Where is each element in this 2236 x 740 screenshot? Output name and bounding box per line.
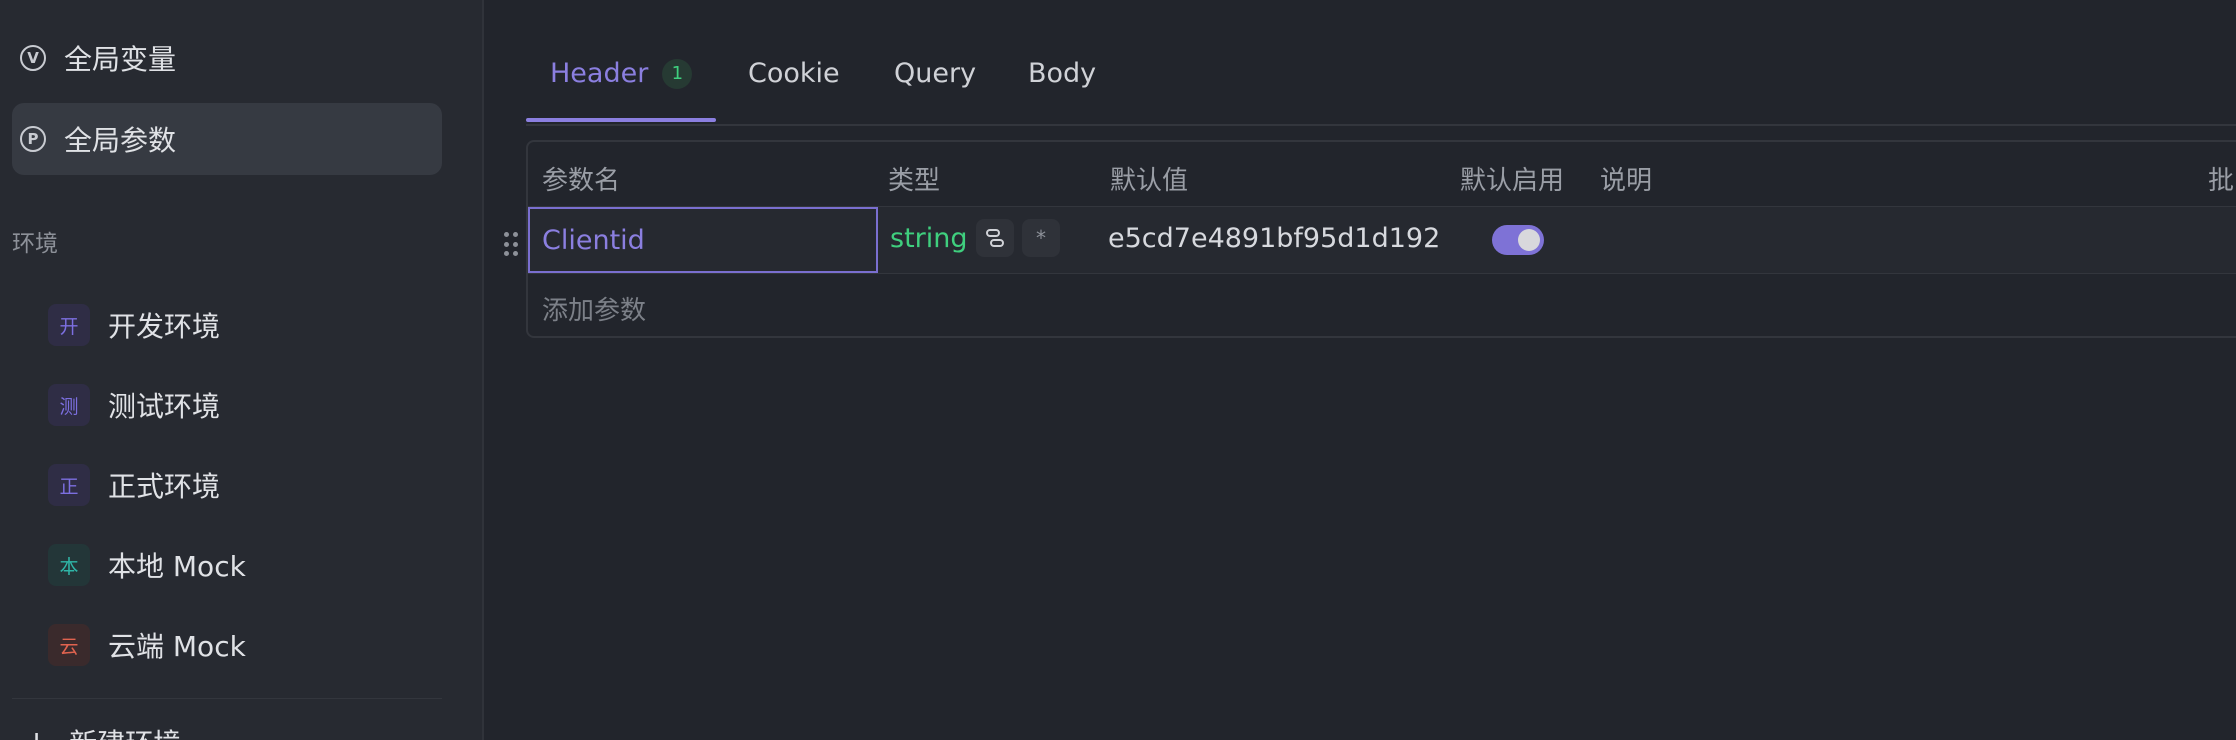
tab-header[interactable]: Header 1 (550, 58, 693, 89)
active-tab-underline (526, 118, 716, 122)
env-item-dev[interactable]: 开 开发环境 (48, 297, 448, 353)
col-header-enabled: 默认启用 (1460, 166, 1565, 196)
table-row: Clientid string * e5cd7e4891bf95d1d192 (528, 206, 2236, 274)
col-header-type: 类型 (888, 166, 941, 196)
new-environment-label: 新建环境 (69, 722, 181, 740)
environment-section-label: 环境 (12, 231, 58, 257)
sidebar: V 全局变量 P 全局参数 环境 开 开发环境 测 测试环境 正 正式环境 本 … (0, 0, 484, 740)
default-enabled-toggle[interactable] (1492, 225, 1544, 255)
add-param-input[interactable]: 添加参数 (542, 290, 646, 327)
nav-global-variables-label: 全局变量 (64, 43, 177, 76)
env-label: 云端 Mock (108, 630, 246, 663)
parameter-p-icon: P (20, 126, 46, 152)
env-badge-icon: 本 (48, 544, 90, 586)
env-label: 开发环境 (108, 310, 221, 343)
col-header-name: 参数名 (542, 166, 621, 196)
env-item-cloud-mock[interactable]: 云 云端 Mock (48, 617, 448, 673)
env-label: 正式环境 (108, 470, 221, 503)
required-toggle-button[interactable]: * (1022, 219, 1060, 257)
params-table: 参数名 类型 默认值 默认启用 说明 批 Clientid string * e… (526, 140, 2236, 338)
tab-query[interactable]: Query (894, 58, 976, 89)
param-name-input[interactable]: Clientid (528, 207, 878, 273)
env-item-prod[interactable]: 正 正式环境 (48, 457, 448, 513)
tab-body-label: Body (1028, 58, 1097, 89)
col-header-batch[interactable]: 批 (2208, 160, 2234, 197)
param-tabs: Header 1 Cookie Query Body (526, 0, 2236, 126)
plus-icon: + (24, 725, 49, 740)
env-item-test[interactable]: 测 测试环境 (48, 377, 448, 433)
env-badge-icon: 正 (48, 464, 90, 506)
tab-cookie-label: Cookie (748, 58, 840, 89)
nav-global-variables[interactable]: V 全局变量 (12, 22, 442, 94)
tab-header-label: Header (550, 58, 649, 89)
env-label: 测试环境 (108, 390, 221, 423)
variable-v-icon: V (20, 45, 46, 71)
new-environment-button[interactable]: + 新建环境 (24, 722, 181, 740)
tab-query-label: Query (894, 58, 977, 89)
tab-header-count-badge: 1 (662, 58, 693, 89)
env-badge-icon: 开 (48, 304, 90, 346)
env-item-local-mock[interactable]: 本 本地 Mock (48, 537, 448, 593)
param-type-select[interactable]: string (890, 223, 968, 254)
nav-global-parameters[interactable]: P 全局参数 (12, 103, 442, 175)
col-header-default: 默认值 (1110, 166, 1189, 196)
sidebar-divider (12, 698, 442, 699)
drag-handle-icon[interactable] (504, 232, 518, 258)
toggle-knob (1518, 229, 1540, 251)
nav-global-parameters-label: 全局参数 (64, 124, 177, 157)
variable-link-icon[interactable] (976, 219, 1014, 257)
tab-cookie[interactable]: Cookie (748, 58, 840, 89)
env-badge-icon: 云 (48, 624, 90, 666)
param-default-value-input[interactable]: e5cd7e4891bf95d1d192 (1108, 223, 1440, 254)
env-badge-icon: 测 (48, 384, 90, 426)
tab-body[interactable]: Body (1028, 58, 1096, 89)
col-header-description: 说明 (1600, 166, 1653, 196)
env-label: 本地 Mock (108, 550, 246, 583)
